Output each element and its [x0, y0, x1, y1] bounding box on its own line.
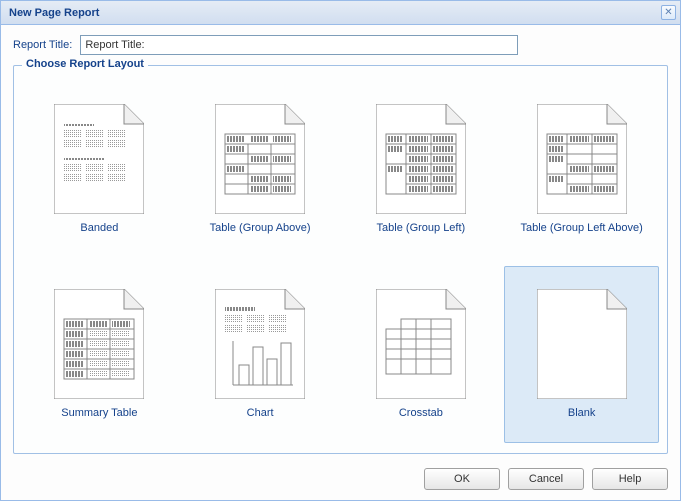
layout-option-crosstab[interactable]: Crosstab	[344, 266, 499, 444]
cancel-button[interactable]: Cancel	[508, 468, 584, 490]
layout-option-table-group-above[interactable]: Table (Group Above)	[183, 80, 338, 258]
layout-label: Summary Table	[61, 407, 137, 419]
crosstab-icon	[376, 289, 466, 399]
table-group-left-above-icon	[537, 104, 627, 214]
layout-label: Crosstab	[399, 407, 443, 419]
blank-icon	[537, 289, 627, 399]
dialog-title: New Page Report	[9, 7, 99, 19]
table-group-left-icon	[376, 104, 466, 214]
layout-option-chart[interactable]: Chart	[183, 266, 338, 444]
table-group-above-icon	[215, 104, 305, 214]
report-title-row: Report Title:	[13, 35, 668, 55]
layout-grid: Banded	[22, 80, 659, 443]
ok-button[interactable]: OK	[424, 468, 500, 490]
layout-label: Banded	[80, 222, 118, 234]
layout-label: Chart	[247, 407, 274, 419]
chart-icon	[215, 289, 305, 399]
layout-label: Table (Group Left Above)	[520, 222, 642, 234]
layout-option-table-group-left[interactable]: Table (Group Left)	[344, 80, 499, 258]
layout-option-summary-table[interactable]: Summary Table	[22, 266, 177, 444]
dialog-titlebar: New Page Report ✕	[1, 1, 680, 25]
close-icon[interactable]: ✕	[661, 5, 676, 20]
layout-label: Table (Group Left)	[377, 222, 466, 234]
dialog-buttons: OK Cancel Help	[1, 460, 680, 500]
dialog-content: Report Title: Choose Report Layout	[1, 25, 680, 460]
report-title-input[interactable]	[80, 35, 518, 55]
layout-option-banded[interactable]: Banded	[22, 80, 177, 258]
summary-table-icon	[54, 289, 144, 399]
report-title-label: Report Title:	[13, 39, 72, 51]
layout-option-blank[interactable]: Blank	[504, 266, 659, 444]
layout-label: Table (Group Above)	[210, 222, 311, 234]
banded-icon	[54, 104, 144, 214]
layout-option-table-group-left-above[interactable]: Table (Group Left Above)	[504, 80, 659, 258]
choose-layout-fieldset: Choose Report Layout	[13, 65, 668, 454]
fieldset-legend: Choose Report Layout	[22, 58, 148, 70]
new-page-report-dialog: New Page Report ✕ Report Title: Choose R…	[0, 0, 681, 501]
help-button[interactable]: Help	[592, 468, 668, 490]
layout-label: Blank	[568, 407, 596, 419]
